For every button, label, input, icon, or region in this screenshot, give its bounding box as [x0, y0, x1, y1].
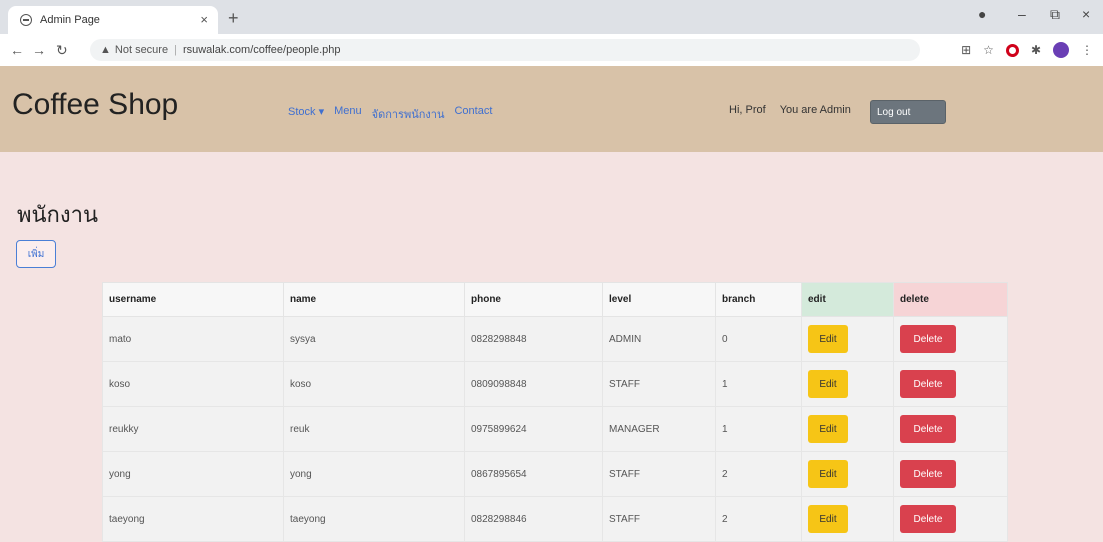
address-bar-row: ← → ↻ ▲ Not secure | rsuwalak.com/coffee… — [0, 34, 1103, 67]
site-navbar: Coffee Shop Stock ▾ Menu จัดการพนักงาน C… — [0, 66, 1103, 152]
cell-level: MANAGER — [602, 406, 716, 452]
browser-tab-bar: Admin Page × + ● – ⧉ × — [0, 0, 1103, 34]
translate-icon[interactable]: ⊞ — [961, 43, 971, 57]
header-name: name — [283, 282, 465, 317]
cell-edit: Edit — [801, 496, 894, 542]
role-text: You are Admin — [779, 104, 851, 116]
cell-level: STAFF — [602, 496, 716, 542]
header-delete: delete — [893, 282, 1008, 317]
cell-phone: 0828298846 — [464, 496, 603, 542]
tab-title: Admin Page — [40, 14, 100, 26]
globe-icon — [20, 14, 32, 26]
nav-item-contact[interactable]: Contact — [454, 105, 492, 123]
cell-phone: 0975899624 — [464, 406, 603, 452]
forward-arrow-icon[interactable]: → — [32, 42, 46, 58]
avatar-icon[interactable] — [1053, 42, 1069, 58]
cell-username: taeyong — [102, 496, 284, 542]
warning-icon: ▲ — [100, 44, 111, 56]
edit-button[interactable]: Edit — [808, 415, 848, 443]
nav-menu: Stock ▾ Menu จัดการพนักงาน Contact — [288, 105, 492, 123]
new-tab-button[interactable]: + — [228, 8, 239, 29]
add-employee-button[interactable]: เพิ่ม — [16, 240, 56, 268]
employee-table: username name phone level branch edit de… — [102, 282, 1008, 542]
cell-delete: Delete — [893, 406, 1008, 452]
cell-phone: 0809098848 — [464, 361, 603, 407]
url-text: rsuwalak.com/coffee/people.php — [182, 44, 341, 56]
nav-item-stock[interactable]: Stock ▾ — [288, 105, 324, 123]
menu-dots-icon[interactable]: ⋮ — [1081, 43, 1093, 57]
edit-button[interactable]: Edit — [808, 460, 848, 488]
cell-level: STAFF — [602, 451, 716, 497]
edit-button[interactable]: Edit — [808, 325, 848, 353]
header-edit: edit — [801, 282, 894, 317]
cell-delete: Delete — [893, 451, 1008, 497]
table-row: koso koso 0809098848 STAFF 1 Edit Delete — [102, 361, 1008, 407]
cell-name: yong — [283, 451, 465, 497]
cell-username: koso — [102, 361, 284, 407]
table-row: reukky reuk 0975899624 MANAGER 1 Edit De… — [102, 406, 1008, 452]
delete-button[interactable]: Delete — [900, 415, 956, 443]
cell-level: STAFF — [602, 361, 716, 407]
logout-button[interactable]: Log out — [870, 100, 946, 124]
table-row: mato sysya 0828298848 ADMIN 0 Edit Delet… — [102, 316, 1008, 362]
minimize-button[interactable]: – — [1018, 6, 1026, 22]
cell-name: reuk — [283, 406, 465, 452]
delete-button[interactable]: Delete — [900, 505, 956, 533]
header-level: level — [602, 282, 716, 317]
puzzle-icon[interactable]: ✱ — [1031, 43, 1041, 57]
profile-icon[interactable]: ● — [978, 6, 986, 22]
header-phone: phone — [464, 282, 603, 317]
cell-phone: 0867895654 — [464, 451, 603, 497]
cell-delete: Delete — [893, 496, 1008, 542]
header-branch: branch — [715, 282, 802, 317]
star-icon[interactable]: ☆ — [983, 43, 994, 57]
reload-icon[interactable]: ↻ — [56, 42, 68, 59]
url-separator: | — [174, 44, 177, 56]
cell-name: sysya — [283, 316, 465, 362]
edit-button[interactable]: Edit — [808, 370, 848, 398]
nav-item-staff[interactable]: จัดการพนักงาน — [372, 105, 445, 123]
delete-button[interactable]: Delete — [900, 370, 956, 398]
back-arrow-icon[interactable]: ← — [10, 42, 24, 58]
edit-button[interactable]: Edit — [808, 505, 848, 533]
cell-edit: Edit — [801, 406, 894, 452]
brand-logo[interactable]: Coffee Shop — [12, 88, 178, 122]
greeting-text: Hi, Prof — [729, 104, 766, 116]
browser-tab[interactable]: Admin Page × — [8, 6, 218, 34]
table-header-row: username name phone level branch edit de… — [102, 282, 1008, 317]
not-secure-label: Not secure — [114, 44, 169, 56]
cell-username: mato — [102, 316, 284, 362]
extension-icons: ⊞ ☆ ✱ ⋮ — [961, 42, 1093, 58]
cell-edit: Edit — [801, 316, 894, 362]
page-title: พนักงาน — [17, 203, 98, 228]
user-info: Hi, Prof You are Admin — [729, 104, 851, 116]
cell-edit: Edit — [801, 451, 894, 497]
opera-icon[interactable] — [1005, 43, 1019, 57]
cell-name: taeyong — [283, 496, 465, 542]
restore-button[interactable]: ⧉ — [1050, 6, 1060, 23]
delete-button[interactable]: Delete — [900, 325, 956, 353]
cell-branch: 1 — [715, 406, 802, 452]
cell-delete: Delete — [893, 361, 1008, 407]
cell-phone: 0828298848 — [464, 316, 603, 362]
header-username: username — [102, 282, 284, 317]
cell-name: koso — [283, 361, 465, 407]
cell-branch: 0 — [715, 316, 802, 362]
cell-branch: 2 — [715, 496, 802, 542]
cell-branch: 2 — [715, 451, 802, 497]
cell-username: yong — [102, 451, 284, 497]
cell-edit: Edit — [801, 361, 894, 407]
table-row: yong yong 0867895654 STAFF 2 Edit Delete — [102, 451, 1008, 497]
cell-username: reukky — [102, 406, 284, 452]
table-row: taeyong taeyong 0828298846 STAFF 2 Edit … — [102, 496, 1008, 542]
nav-item-menu[interactable]: Menu — [334, 105, 362, 123]
delete-button[interactable]: Delete — [900, 460, 956, 488]
cell-level: ADMIN — [602, 316, 716, 362]
url-field[interactable]: ▲ Not secure | rsuwalak.com/coffee/peopl… — [90, 39, 920, 61]
close-window-button[interactable]: × — [1082, 6, 1090, 22]
cell-delete: Delete — [893, 316, 1008, 362]
tab-close-button[interactable]: × — [200, 12, 208, 27]
cell-branch: 1 — [715, 361, 802, 407]
